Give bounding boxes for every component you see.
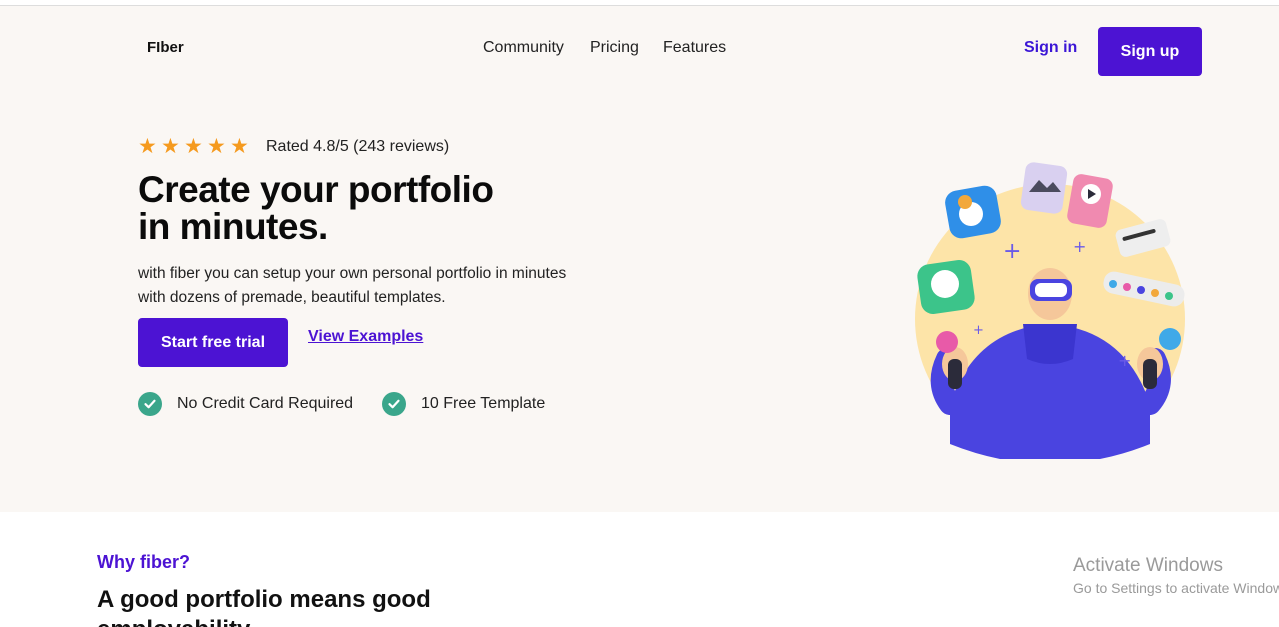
- nav-pricing[interactable]: Pricing: [590, 39, 639, 57]
- section-title: A good portfolio means good employabilit…: [97, 586, 431, 627]
- subtext-line-1: with fiber you can setup your own person…: [138, 265, 567, 282]
- feature-free-templates: 10 Free Template: [382, 392, 545, 416]
- rating-stars: ★ ★ ★ ★ ★: [138, 134, 250, 158]
- star-icon: ★: [230, 134, 249, 158]
- check-circle-icon: [138, 392, 162, 416]
- svg-text:+: +: [1003, 239, 1021, 264]
- view-examples-link[interactable]: View Examples: [308, 328, 423, 346]
- hero-illustration: + + + +: [915, 162, 1185, 459]
- feature-label: 10 Free Template: [421, 395, 546, 412]
- nav-community[interactable]: Community: [483, 39, 564, 57]
- nav-features[interactable]: Features: [663, 39, 726, 57]
- svg-text:+: +: [1073, 237, 1086, 256]
- hero-headline: Create your portfolio in minutes.: [138, 171, 618, 245]
- logo[interactable]: FIber: [147, 39, 184, 56]
- activate-windows-watermark: Activate Windows Go to Settings to activ…: [1073, 555, 1279, 598]
- hero-section: FIber Community Pricing Features Sign in…: [0, 5, 1279, 512]
- star-icon: ★: [138, 134, 157, 158]
- headline-line-1: Create your portfolio: [138, 169, 494, 210]
- rating-text: Rated 4.8/5 (243 reviews): [266, 138, 450, 155]
- feature-label: No Credit Card Required: [177, 395, 354, 412]
- svg-text:+: +: [1118, 351, 1131, 370]
- headline-line-2: in minutes.: [138, 206, 328, 247]
- star-icon: ★: [161, 134, 180, 158]
- watermark-subtitle: Go to Settings to activate Windows.: [1073, 580, 1279, 596]
- star-icon: ★: [184, 134, 203, 158]
- watermark-title: Activate Windows: [1073, 555, 1223, 576]
- subtext-line-2: with dozens of premade, beautiful templa…: [138, 289, 446, 306]
- check-circle-icon: [382, 392, 406, 416]
- svg-text:+: +: [973, 323, 984, 338]
- hero-subtext: with fiber you can setup your own person…: [138, 262, 638, 310]
- start-free-trial-button[interactable]: Start free trial: [138, 318, 288, 367]
- sign-in-link[interactable]: Sign in: [1024, 39, 1077, 57]
- feature-no-credit-card: No Credit Card Required: [138, 392, 353, 416]
- star-icon: ★: [207, 134, 226, 158]
- why-fiber-kicker: Why fiber?: [97, 552, 190, 572]
- sign-up-button[interactable]: Sign up: [1098, 27, 1202, 76]
